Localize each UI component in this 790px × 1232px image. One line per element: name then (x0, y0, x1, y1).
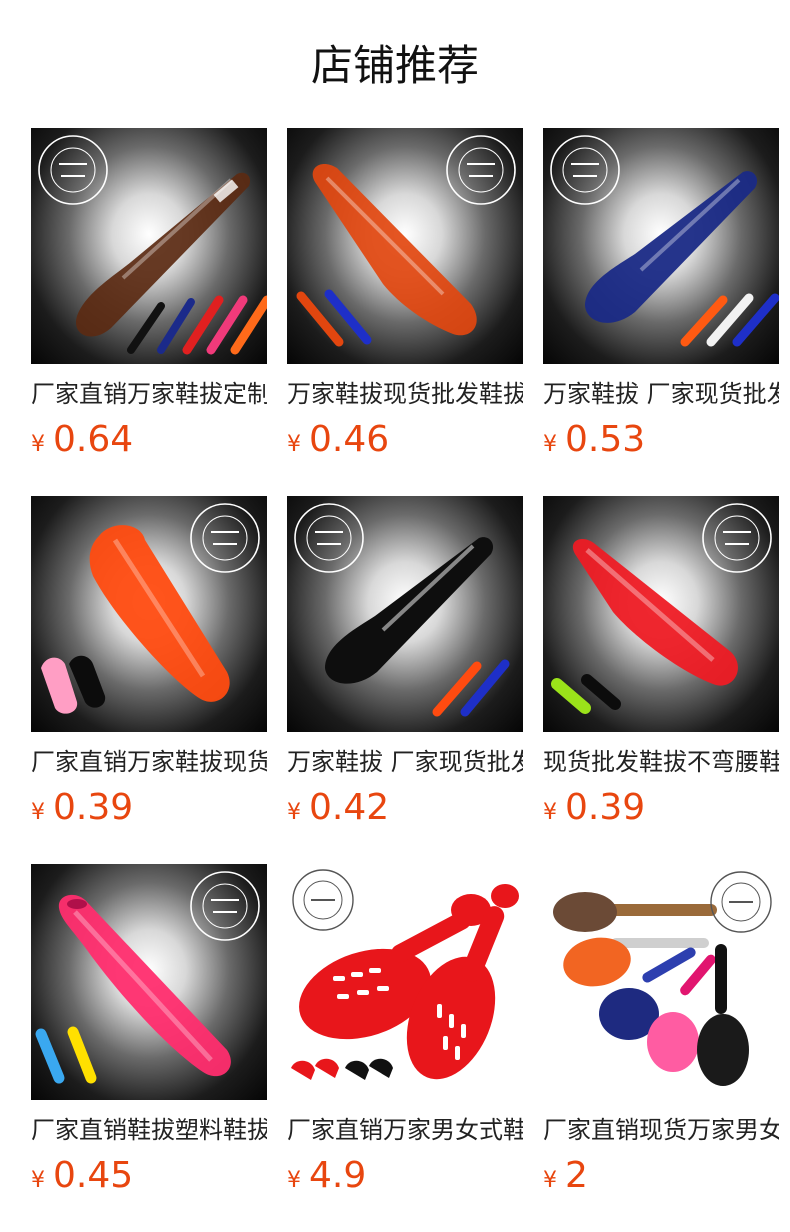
price-value: 0.39 (565, 787, 646, 828)
brand-stamp-icon (294, 503, 364, 573)
product-name[interactable]: 厂家直销万家鞋拔现货 (31, 746, 267, 778)
product-name[interactable]: 厂家直销鞋拔塑料鞋拔 (31, 1114, 267, 1146)
product-image[interactable] (31, 128, 267, 364)
currency-symbol: ¥ (31, 800, 45, 825)
product-image[interactable] (31, 864, 267, 1100)
brand-stamp-icon (38, 135, 108, 205)
currency-symbol: ¥ (543, 1168, 557, 1193)
price-value: 2 (565, 1155, 588, 1196)
product-image[interactable] (287, 128, 523, 364)
currency-symbol: ¥ (287, 1168, 301, 1193)
currency-symbol: ¥ (543, 800, 557, 825)
currency-symbol: ¥ (543, 432, 557, 457)
price-value: 0.64 (53, 419, 134, 460)
price-value: 0.42 (309, 787, 390, 828)
product-price: ¥0.39 (543, 786, 779, 830)
product-card[interactable]: 厂家直销鞋拔塑料鞋拔 ¥0.45 (31, 864, 267, 1198)
brand-stamp-icon (710, 871, 772, 933)
price-value: 0.39 (53, 787, 134, 828)
currency-symbol: ¥ (287, 800, 301, 825)
price-value: 0.45 (53, 1155, 134, 1196)
brand-stamp-icon (446, 135, 516, 205)
brand-stamp-icon (190, 871, 260, 941)
product-card[interactable]: 厂家直销现货万家男女鞋撑 ¥2 (543, 864, 779, 1198)
product-price: ¥0.42 (287, 786, 523, 830)
product-image[interactable] (543, 864, 779, 1100)
product-card[interactable]: 现货批发鞋拔不弯腰鞋拔 ¥0.39 (543, 496, 779, 830)
product-name[interactable]: 万家鞋拔现货批发鞋拔 (287, 378, 523, 410)
price-value: 0.53 (565, 419, 646, 460)
currency-symbol: ¥ (287, 432, 301, 457)
product-name[interactable]: 厂家直销现货万家男女鞋撑 (543, 1114, 779, 1146)
product-grid: 店铺推荐 厂家直销万家鞋拔定制 ¥0.64 万家鞋拔现货批发鞋拔 ¥ 0.46 … (0, 0, 790, 1232)
product-price: ¥0.39 (31, 786, 267, 830)
product-name[interactable]: 万家鞋拔 厂家现货批发 (543, 378, 779, 410)
product-name[interactable]: 万家鞋拔 厂家现货批发 (287, 746, 523, 778)
product-price: ¥0.46 (287, 418, 523, 462)
price-value: 0.46 (309, 419, 390, 460)
product-name[interactable]: 厂家直销万家男女式鞋撑 (287, 1114, 523, 1146)
brand-stamp-icon (190, 503, 260, 573)
product-card[interactable]: 厂家直销万家男女式鞋撑 ¥4.9 (287, 864, 523, 1198)
product-price: ¥0.53 (543, 418, 779, 462)
product-image[interactable] (31, 496, 267, 732)
brand-stamp-icon (550, 135, 620, 205)
page-title: 店铺推荐 (310, 41, 479, 90)
product-price: ¥0.45 (31, 1154, 267, 1198)
product-card[interactable]: 万家鞋拔 厂家现货批发 ¥0.42 (287, 496, 523, 830)
product-image[interactable] (287, 496, 523, 732)
product-price: ¥2 (543, 1154, 779, 1198)
product-card[interactable]: 厂家直销万家鞋拔现货 ¥0.39 (31, 496, 267, 830)
product-name[interactable]: 厂家直销万家鞋拔定制 (31, 378, 267, 410)
currency-symbol: ¥ (31, 1168, 45, 1193)
product-card[interactable]: 万家鞋拔现货批发鞋拔 ¥0.46 (287, 128, 523, 462)
brand-stamp-icon (292, 869, 354, 931)
product-price: ¥4.9 (287, 1154, 523, 1198)
price-value: 4.9 (309, 1155, 367, 1196)
product-name[interactable]: 现货批发鞋拔不弯腰鞋拔 (543, 746, 779, 778)
product-image[interactable] (287, 864, 523, 1100)
product-image[interactable] (543, 496, 779, 732)
product-card[interactable]: 万家鞋拔 厂家现货批发 ¥0.53 (543, 128, 779, 462)
currency-symbol: ¥ (31, 432, 45, 457)
brand-stamp-icon (702, 503, 772, 573)
product-price: ¥0.64 (31, 418, 267, 462)
product-card[interactable]: 厂家直销万家鞋拔定制 ¥0.64 (31, 128, 267, 462)
product-image[interactable] (543, 128, 779, 364)
